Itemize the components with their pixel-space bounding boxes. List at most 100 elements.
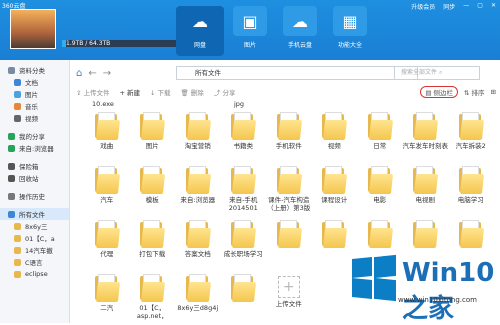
file-name: 淘宝营销: [184, 142, 211, 150]
sidebar-item-2[interactable]: 图片: [0, 88, 69, 100]
sidebar-item-8[interactable]: 回收站: [0, 172, 69, 184]
view-toggle-button[interactable]: ⊞: [491, 88, 496, 96]
file-item[interactable]: 来自:浏览器: [175, 162, 221, 216]
file-item[interactable]: 打包下载: [130, 216, 176, 270]
file-name: 书籍类: [233, 142, 254, 150]
file-item[interactable]: 01【C，asp.net，: [130, 270, 176, 324]
window-control-1[interactable]: 同步: [443, 2, 455, 11]
new-button[interactable]: + 新建: [120, 87, 141, 97]
file-name: 日常: [373, 142, 387, 150]
file-item[interactable]: 手机软件: [266, 108, 312, 162]
file-name: 8x6y三d8g4j: [177, 304, 219, 312]
file-item[interactable]: 电影: [357, 162, 403, 216]
sidebar-item-9[interactable]: 操作历史: [0, 190, 69, 202]
file-item[interactable]: 淘宝营销: [175, 108, 221, 162]
nav-tab-3[interactable]: ▦ 功能大全: [326, 6, 374, 56]
watermark-url: www.win10xitong.com: [398, 296, 477, 304]
file-item[interactable]: 答案文档: [175, 216, 221, 270]
file-item[interactable]: 课件-汽车构造（上册）第3版: [266, 162, 312, 216]
file-name: 课件-汽车构造（上册）第3版: [267, 196, 311, 212]
window-controls: 升级会员 同步 — ▢ ✕: [411, 2, 496, 11]
file-name: 汽车发车时刻表: [402, 142, 449, 150]
sort-button[interactable]: ⇅ 排序: [464, 87, 485, 97]
storage-quota-fill: [62, 40, 66, 47]
folder-icon: [413, 220, 439, 248]
upload-button[interactable]: ⇪ 上传文件: [76, 87, 110, 97]
sidebar-item-7[interactable]: 保险箱: [0, 160, 69, 172]
file-item[interactable]: 戏曲: [84, 108, 130, 162]
folder-icon: [458, 112, 484, 140]
file-name: 戏曲: [100, 142, 114, 150]
folder-icon: [413, 112, 439, 140]
sidebar-item-label: 8x6y三: [25, 223, 48, 231]
file-item[interactable]: 书籍类: [221, 108, 267, 162]
file-item[interactable]: 汽车: [84, 162, 130, 216]
sidebar-item-label: 文档: [25, 79, 38, 87]
search-input[interactable]: 搜索全部文件 ⌕: [394, 66, 480, 80]
file-name: 来自:浏览器: [180, 196, 216, 204]
file-name: 课程设计: [321, 196, 348, 204]
address-bar[interactable]: 所有文件: [176, 66, 418, 80]
home-icon[interactable]: ⌂: [76, 68, 82, 79]
folder-icon: [231, 166, 257, 194]
file-item[interactable]: 二汽: [84, 270, 130, 324]
file-item[interactable]: 8x6y三d8g4j: [175, 270, 221, 324]
file-item[interactable]: 汽车发车时刻表: [402, 108, 449, 162]
sidebar-item-0[interactable]: 资料分类: [0, 64, 69, 76]
forward-icon[interactable]: →: [103, 68, 111, 79]
sidebar-item-label: eclipse: [25, 270, 48, 278]
sidebar-item-15[interactable]: eclipse: [0, 268, 69, 280]
file-item[interactable]: 成长职场学习: [221, 216, 267, 270]
file-item[interactable]: 汽车拆装2: [448, 108, 494, 162]
file-name: 打包下载: [139, 250, 166, 258]
avatar[interactable]: [10, 9, 56, 49]
file-item[interactable]: [221, 270, 267, 324]
sidebar-toggle-button[interactable]: ▤ 侧边栏: [420, 86, 459, 98]
folder-icon: [322, 220, 348, 248]
file-item[interactable]: 课程设计: [312, 162, 358, 216]
sidebar-item-14[interactable]: C语言: [0, 256, 69, 268]
doc-icon: [14, 78, 21, 86]
delete-button[interactable]: 🗑 删除: [181, 87, 204, 97]
nav-tab-2[interactable]: ☁ 手机云盘: [276, 6, 324, 56]
file-item[interactable]: 图片: [130, 108, 176, 162]
share-button[interactable]: ⤴ 分享: [214, 87, 236, 97]
download-button[interactable]: ↓ 下载: [150, 87, 171, 97]
sidebar-item-12[interactable]: 01【C，a: [0, 232, 69, 244]
file-item[interactable]: 电视剧: [403, 162, 449, 216]
sidebar-item-10[interactable]: 所有文件: [0, 208, 69, 220]
file-name: 二汽: [100, 304, 114, 312]
folder-icon: [458, 166, 484, 194]
window-control-3[interactable]: ▢: [477, 2, 483, 11]
sidebar-item-4[interactable]: 视频: [0, 112, 69, 124]
sidebar-item-1[interactable]: 文档: [0, 76, 69, 88]
file-item[interactable]: 视频: [312, 108, 358, 162]
file-item[interactable]: 日常: [357, 108, 403, 162]
sidebar-item-11[interactable]: 8x6y三: [0, 220, 69, 232]
sidebar-item-13[interactable]: 14汽车撤: [0, 244, 69, 256]
address-path: 所有文件: [195, 69, 221, 77]
sidebar-item-6[interactable]: 来自:浏览器: [0, 142, 69, 154]
folder-icon: [231, 220, 257, 248]
window-control-0[interactable]: 升级会员: [411, 2, 435, 11]
image-icon: ▣: [233, 6, 267, 36]
sidebar-item-3[interactable]: 音乐: [0, 100, 69, 112]
file-item[interactable]: [266, 216, 312, 270]
sidebar-item-5[interactable]: 我的分享: [0, 130, 69, 142]
folder-icon: [94, 166, 120, 194]
upload-tile[interactable]: + 上传文件: [266, 270, 312, 324]
share-icon: [8, 132, 15, 140]
sidebar-toggle-label: 侧边栏: [433, 89, 454, 97]
folder-icon: [140, 166, 166, 194]
window-control-2[interactable]: —: [463, 2, 469, 11]
search-icon[interactable]: ⌕: [439, 69, 442, 76]
back-icon[interactable]: ←: [88, 68, 96, 79]
folder-icon: [94, 220, 120, 248]
file-item[interactable]: 模板: [130, 162, 176, 216]
nav-tab-1[interactable]: ▣ 图片: [226, 6, 274, 56]
file-item[interactable]: 代理: [84, 216, 130, 270]
file-item[interactable]: 来自-手机2014501: [221, 162, 267, 216]
nav-tab-0[interactable]: ☁ 网盘: [176, 6, 224, 56]
window-control-4[interactable]: ✕: [491, 2, 496, 11]
file-item[interactable]: 电脑学习: [448, 162, 494, 216]
